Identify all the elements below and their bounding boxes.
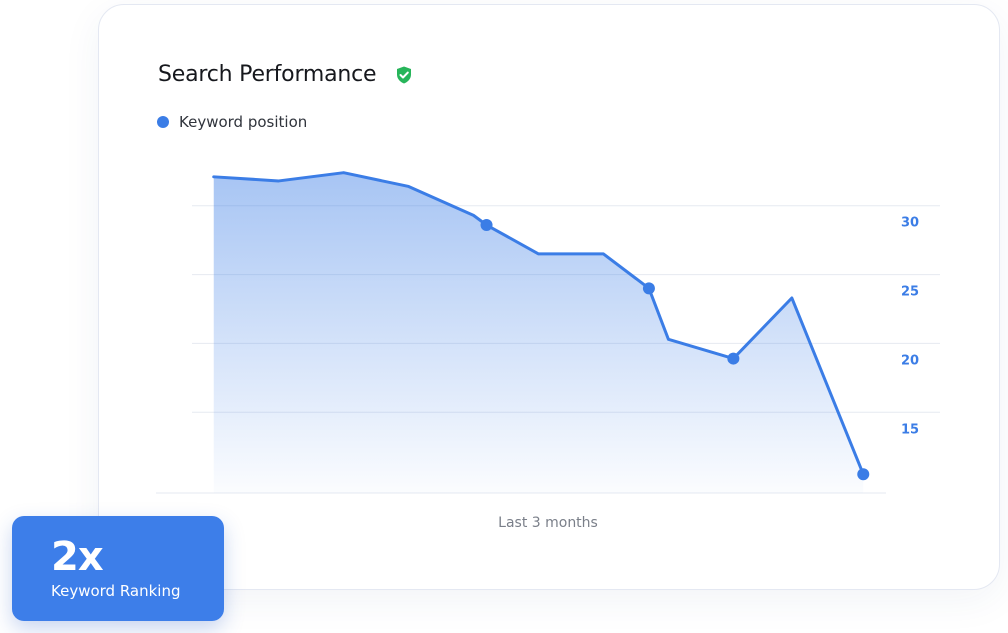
badge-label: Keyword Ranking [51,582,181,600]
series-area [213,172,864,493]
data-point [480,219,493,232]
y-tick-label: 25 [901,285,919,300]
keyword-ranking-badge: 2x Keyword Ranking [12,516,224,621]
y-tick-label: 20 [901,353,919,368]
data-point [727,352,740,365]
badge-value: 2x [51,534,104,580]
x-axis-label: Last 3 months [498,515,598,531]
y-tick-label: 15 [901,422,919,437]
data-point [642,282,655,295]
y-tick-label: 30 [901,216,919,231]
data-point [857,468,870,481]
